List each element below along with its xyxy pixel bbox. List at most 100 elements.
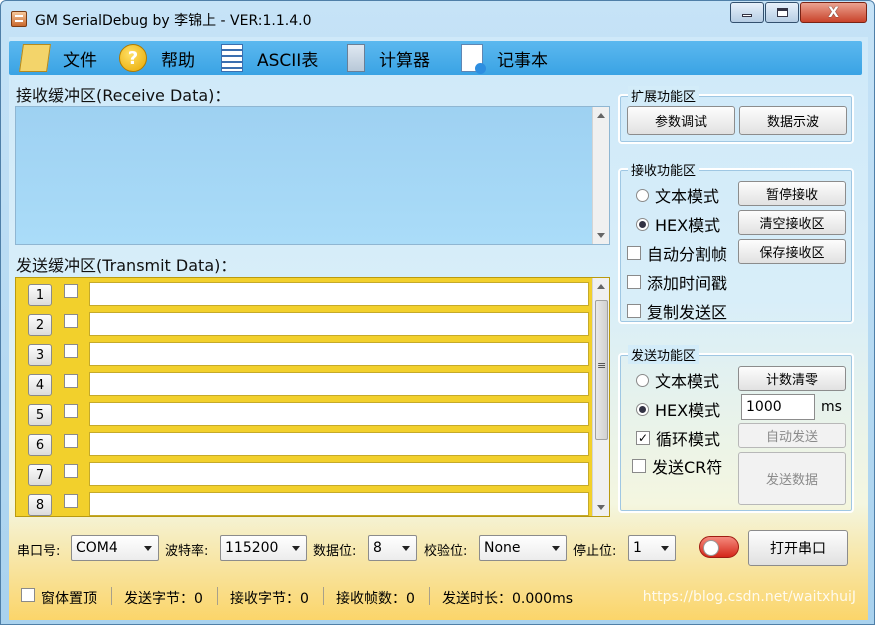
param-debug-button[interactable]: 参数调试 <box>627 106 735 135</box>
send-row-checkbox[interactable] <box>64 464 78 478</box>
minimize-button[interactable] <box>730 2 764 23</box>
pause-receive-button[interactable]: 暂停接收 <box>738 181 846 206</box>
send-row-checkbox[interactable] <box>64 314 78 328</box>
menu-ascii[interactable]: ASCII表 <box>221 41 318 75</box>
send-row-button[interactable]: 7 <box>28 464 52 486</box>
stop-bits-label: 停止位: <box>573 544 617 559</box>
scroll-down-icon[interactable] <box>597 233 605 238</box>
maximize-button[interactable] <box>765 2 799 23</box>
stop-bits-select[interactable]: 1 <box>628 535 676 561</box>
sent-bytes: 发送字节：0 <box>124 591 203 607</box>
open-port-button[interactable]: 打开串口 <box>748 530 848 566</box>
send-row-checkbox[interactable] <box>64 494 78 508</box>
transmit-row: 4 <box>16 368 594 398</box>
menu-calculator[interactable]: 计算器 <box>347 41 430 75</box>
receive-textarea[interactable] <box>15 106 610 245</box>
send-row-button[interactable]: 3 <box>28 344 52 366</box>
status-divider <box>217 587 218 605</box>
send-cr-checkbox[interactable]: 发送CR符 <box>632 454 722 478</box>
close-icon: X <box>828 4 839 21</box>
send-row-input[interactable] <box>89 342 589 366</box>
send-row-input[interactable] <box>89 282 589 306</box>
chevron-down-icon <box>552 546 560 551</box>
auto-split-checkbox[interactable]: 自动分割帧 <box>627 241 727 265</box>
send-duration: 发送时长：0.000ms <box>442 591 574 607</box>
menu-notepad-label: 记事本 <box>497 50 548 71</box>
title-bar[interactable]: GM SerialDebug by 李锦上 - VER:1.1.4.0 X <box>1 1 874 37</box>
send-row-checkbox[interactable] <box>64 434 78 448</box>
send-row-button[interactable]: 6 <box>28 434 52 456</box>
send-row-button[interactable]: 4 <box>28 374 52 396</box>
send-row-button[interactable]: 1 <box>28 284 52 306</box>
chevron-down-icon <box>292 546 300 551</box>
main-window: GM SerialDebug by 李锦上 - VER:1.1.4.0 X 文件… <box>0 0 875 625</box>
file-icon <box>19 44 51 72</box>
receive-panel-title: 接收功能区 <box>628 160 700 179</box>
menu-help[interactable]: ? 帮助 <box>119 41 195 75</box>
recv-text-mode-label: 文本模式 <box>655 187 720 206</box>
transmit-row: 3 <box>16 338 594 368</box>
checkbox-checked-icon: ✓ <box>636 431 650 445</box>
send-hex-mode-label: HEX模式 <box>655 401 721 420</box>
receive-label: 接收缓冲区(Receive Data)： <box>16 86 231 105</box>
save-receive-button[interactable]: 保存接收区 <box>738 239 846 264</box>
receive-panel: 接收功能区 文本模式 HEX模式 自动分割帧 添加时间戳 复制发送区 暂停接收 <box>618 160 854 324</box>
always-on-top-checkbox[interactable] <box>21 588 35 602</box>
close-button[interactable]: X <box>800 2 867 23</box>
transmit-label: 发送缓冲区(Transmit Data)： <box>16 256 237 275</box>
send-row-input[interactable] <box>89 432 589 456</box>
chevron-down-icon <box>144 546 152 551</box>
parity-select[interactable]: None <box>479 535 567 561</box>
notepad-icon <box>461 44 486 74</box>
send-row-input[interactable] <box>89 372 589 396</box>
data-scope-button[interactable]: 数据示波 <box>739 106 847 135</box>
send-panel-title: 发送功能区 <box>628 345 700 364</box>
reset-count-button[interactable]: 计数清零 <box>738 366 846 391</box>
send-row-button[interactable]: 2 <box>28 314 52 336</box>
receive-scrollbar[interactable] <box>592 107 609 244</box>
loop-mode-checkbox[interactable]: ✓ 循环模式 <box>636 426 720 450</box>
send-text-mode-radio[interactable]: 文本模式 <box>636 368 719 392</box>
port-select[interactable]: COM4 <box>71 535 159 561</box>
send-interval-input[interactable]: 1000 <box>741 394 815 420</box>
copy-send-label: 复制发送区 <box>647 303 728 322</box>
menu-file[interactable]: 文件 <box>19 41 97 75</box>
send-hex-mode-radio[interactable]: HEX模式 <box>636 397 720 421</box>
data-bits-select[interactable]: 8 <box>368 535 417 561</box>
ascii-table-icon <box>221 44 243 72</box>
send-row-input[interactable] <box>89 312 589 336</box>
baud-value: 115200 <box>225 540 279 556</box>
send-data-button[interactable]: 发送数据 <box>738 452 846 505</box>
copy-send-checkbox[interactable]: 复制发送区 <box>627 299 727 323</box>
add-timestamp-checkbox[interactable]: 添加时间戳 <box>627 270 727 294</box>
loop-mode-label: 循环模式 <box>656 430 721 449</box>
transmit-scrollbar[interactable] <box>592 278 609 516</box>
baud-label: 波特率: <box>165 544 209 559</box>
transmit-area: 1 2 3 4 5 6 7 8 ≡ <box>15 277 610 517</box>
auto-send-button[interactable]: 自动发送 <box>738 423 846 448</box>
help-icon: ? <box>119 44 147 72</box>
recv-hex-mode-radio[interactable]: HEX模式 <box>636 212 720 236</box>
send-row-checkbox[interactable] <box>64 344 78 358</box>
checkbox-icon <box>627 304 641 318</box>
scroll-up-icon[interactable] <box>597 113 605 118</box>
scroll-thumb[interactable] <box>595 300 608 440</box>
send-row-input[interactable] <box>89 462 589 486</box>
menu-notepad[interactable]: 记事本 <box>461 41 548 75</box>
scroll-down-icon[interactable] <box>597 505 605 510</box>
clear-receive-button[interactable]: 清空接收区 <box>738 210 846 235</box>
status-divider <box>429 587 430 605</box>
status-bar: 窗体置顶 发送字节：0 接收字节：0 接收帧数：0 发送时长：0.000ms h… <box>9 582 868 612</box>
send-row-button[interactable]: 8 <box>28 494 52 516</box>
send-row-checkbox[interactable] <box>64 374 78 388</box>
send-row-button[interactable]: 5 <box>28 404 52 426</box>
send-row-checkbox[interactable] <box>64 284 78 298</box>
send-row-checkbox[interactable] <box>64 404 78 418</box>
send-row-input[interactable] <box>89 402 589 426</box>
scroll-up-icon[interactable] <box>597 284 605 289</box>
baud-select[interactable]: 115200 <box>220 535 307 561</box>
recv-text-mode-radio[interactable]: 文本模式 <box>636 183 719 207</box>
send-row-input[interactable] <box>89 492 589 516</box>
port-status-toggle[interactable] <box>699 536 739 558</box>
transmit-row: 6 <box>16 428 594 458</box>
